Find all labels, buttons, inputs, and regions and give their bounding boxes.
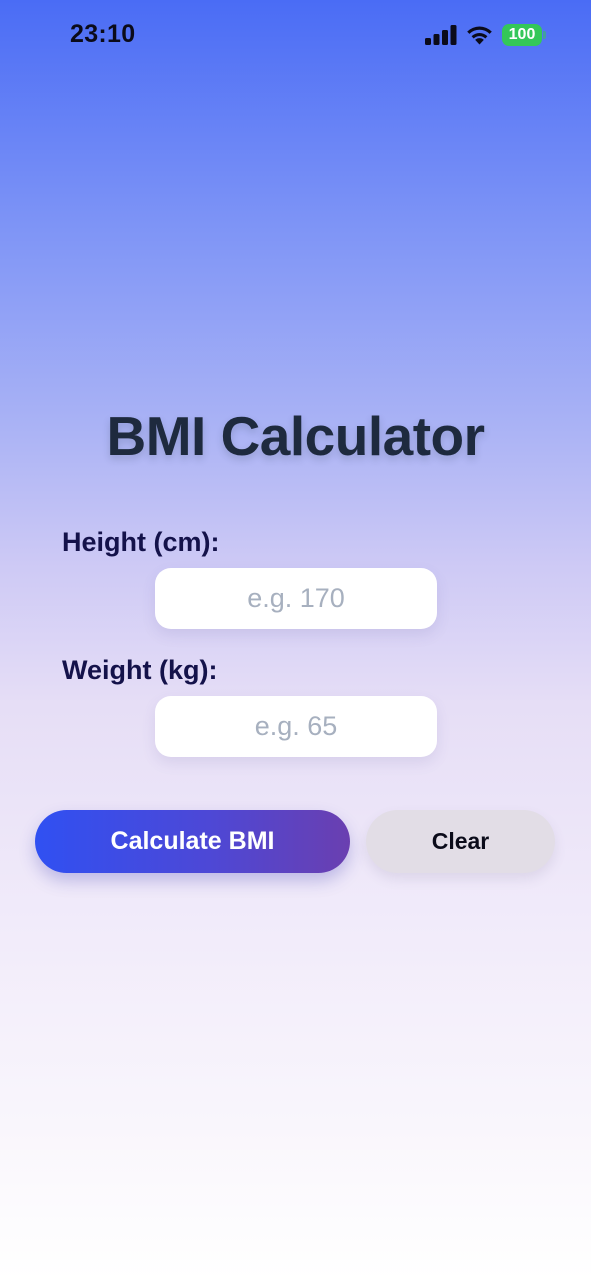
height-input[interactable] (155, 568, 437, 629)
height-label: Height (cm): (62, 527, 220, 557)
weight-input[interactable] (155, 696, 437, 757)
wifi-icon (467, 26, 492, 45)
signal-icon (425, 25, 457, 45)
weight-label: Weight (kg): (62, 655, 218, 685)
status-bar: 23:10 100 (0, 0, 591, 70)
page-title: BMI Calculator (106, 405, 485, 467)
calculate-bmi-button[interactable]: Calculate BMI (35, 810, 350, 873)
status-time: 23:10 (70, 20, 136, 48)
battery-cap (543, 31, 546, 39)
battery-level: 100 (508, 26, 536, 43)
battery-icon: 100 (502, 24, 542, 46)
clear-button[interactable]: Clear (366, 810, 555, 873)
